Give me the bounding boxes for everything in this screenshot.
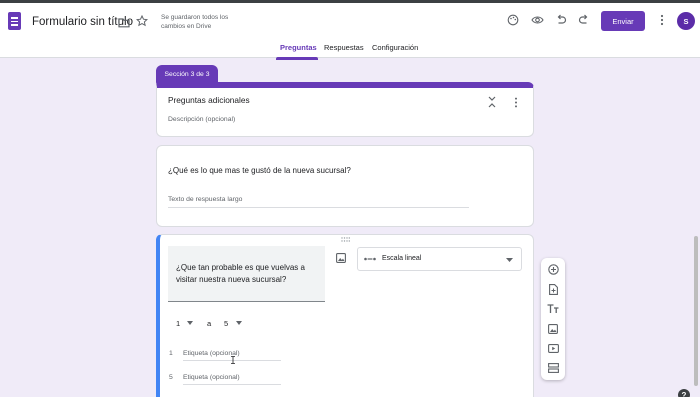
save-status: Se guardaron todos los cambios en Drive <box>161 14 229 30</box>
scale-max-dropdown-icon[interactable] <box>235 320 243 326</box>
label-5-number: 5 <box>169 374 173 381</box>
floating-toolbar <box>541 258 565 380</box>
add-image-toolbar-icon[interactable] <box>547 323 559 335</box>
scrollbar[interactable] <box>694 236 698 386</box>
section-badge: Sección 3 de 3 <box>156 65 218 83</box>
section-description-field[interactable]: Descripción (opcional) <box>168 116 235 123</box>
label-5-input[interactable]: Etiqueta (opcional) <box>183 374 240 381</box>
label-5-underline <box>183 384 281 385</box>
question-card-1[interactable] <box>156 145 534 227</box>
linear-scale-icon <box>364 255 376 263</box>
redo-icon[interactable] <box>577 13 591 27</box>
drag-handle-icon[interactable] <box>338 236 352 242</box>
app-header: Formulario sin título Se guardaron todos… <box>0 3 700 60</box>
scale-to-word: a <box>207 319 212 328</box>
palette-icon[interactable] <box>506 13 520 27</box>
question-2-title-field[interactable]: ¿Que tan probable es que vuelvas a visit… <box>168 246 325 302</box>
tab-configuracion[interactable]: Configuración <box>372 43 418 52</box>
avatar[interactable]: S <box>677 12 695 30</box>
tab-preguntas[interactable]: Preguntas <box>280 43 317 52</box>
scale-max-select[interactable]: 5 <box>224 319 228 328</box>
scale-min-dropdown-icon[interactable] <box>186 320 194 326</box>
eye-icon[interactable] <box>530 13 544 27</box>
question-2-title: ¿Que tan probable es que vuelvas a visit… <box>176 263 305 284</box>
answer-underline <box>168 207 469 208</box>
question-1-title[interactable]: ¿Qué es lo que mas te gustó de la nueva … <box>168 166 351 175</box>
active-tab-indicator <box>276 57 318 60</box>
help-icon[interactable]: ? <box>678 389 690 397</box>
question-type-label: Escala lineal <box>382 255 422 262</box>
title-icon[interactable] <box>546 303 560 315</box>
undo-icon[interactable] <box>554 13 568 27</box>
tab-respuestas[interactable]: Respuestas <box>324 43 364 52</box>
more-vert-icon[interactable] <box>655 13 669 27</box>
chevron-down-icon <box>504 256 514 264</box>
add-video-icon[interactable] <box>547 342 559 354</box>
label-1-number: 1 <box>169 350 173 357</box>
question-type-select[interactable]: Escala lineal <box>357 247 522 271</box>
add-image-icon[interactable] <box>335 252 347 264</box>
send-button[interactable]: Enviar <box>601 11 645 31</box>
scale-min-select[interactable]: 1 <box>176 319 180 328</box>
section-more-icon[interactable] <box>510 95 522 109</box>
section-title[interactable]: Preguntas adicionales <box>168 95 250 105</box>
add-circle-icon[interactable] <box>547 263 559 275</box>
star-icon[interactable] <box>135 14 149 28</box>
question-1-answer-placeholder: Texto de respuesta largo <box>168 196 243 203</box>
section-header-card[interactable] <box>156 82 534 137</box>
import-questions-icon[interactable] <box>547 283 559 295</box>
collapse-section-icon[interactable] <box>486 95 498 109</box>
folder-icon[interactable] <box>117 15 131 29</box>
forms-logo-icon[interactable] <box>8 12 21 30</box>
add-section-icon[interactable] <box>547 362 559 374</box>
text-cursor-icon <box>230 356 236 364</box>
